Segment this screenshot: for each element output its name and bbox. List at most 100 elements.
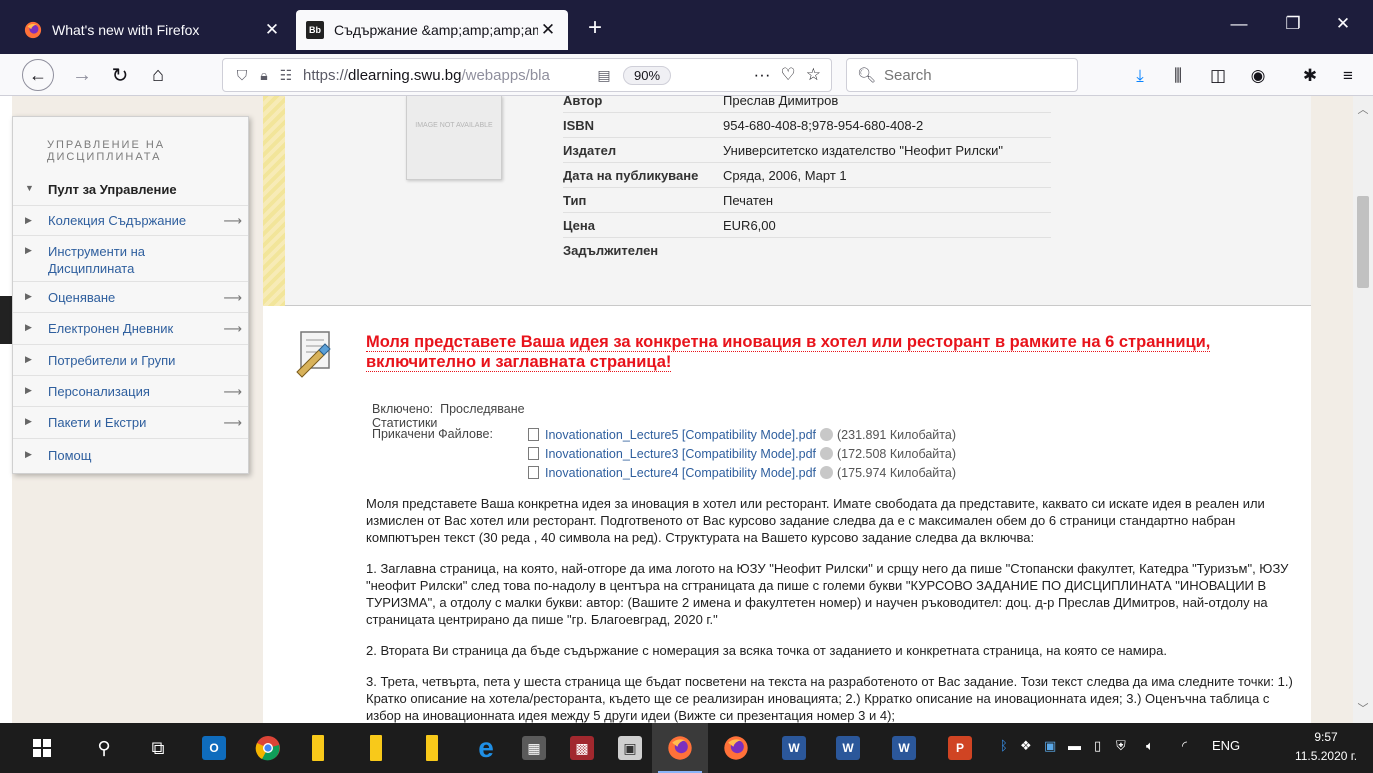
attached-file[interactable]: Inovationation_Lecture4 [Compatibility M… — [528, 463, 956, 482]
back-button[interactable]: ← — [22, 59, 54, 91]
file-menu-icon[interactable] — [820, 447, 833, 460]
sidebar-item-evaluation[interactable]: ▶ Оценяване ⟶ — [13, 281, 248, 312]
windows-taskbar: ⚲ ⧉ O e ▦ ▩ ▣ W W W P ᛒ ❖ ▣ ▬ ▯ ⛨ 🔈︎ ◜ E… — [0, 723, 1373, 773]
file-menu-icon[interactable] — [820, 466, 833, 479]
reload-button[interactable]: ↻ — [104, 59, 136, 91]
meta-row-author: Автор Преслав Димитров — [563, 96, 1051, 113]
blackboard-icon: Bb — [306, 21, 324, 39]
arrow-right-icon: → — [72, 63, 92, 86]
word-icon[interactable]: W — [766, 723, 822, 773]
scroll-up-icon[interactable]: ︿ — [1353, 101, 1373, 119]
downloads-icon[interactable]: ⤓ — [1126, 64, 1154, 88]
search-input[interactable] — [884, 66, 1065, 84]
assignment-title[interactable]: Моля представете Ваша идея за конкретна … — [366, 332, 1286, 372]
tab-whats-new[interactable]: What's new with Firefox ✕ — [14, 10, 292, 50]
extensions-icon[interactable]: ✱ — [1296, 64, 1324, 88]
triangle-right-icon: ▶ — [25, 215, 32, 225]
folder-icon[interactable] — [404, 723, 460, 773]
page-actions-icon[interactable]: ··· — [754, 65, 771, 85]
sidebar-item-grade-center[interactable]: ▶ Електронен Дневник ⟶ — [13, 312, 248, 344]
meta-row-isbn: ISBN 954-680-408-8;978-954-680-408-2 — [563, 113, 1051, 138]
meta-row-published-date: Дата на публикуване Сряда, 2006, Март 1 — [563, 163, 1051, 188]
bookmark-star-icon[interactable]: ☆ — [806, 65, 821, 85]
sidebar-toggle-icon[interactable]: ◫ — [1204, 64, 1232, 88]
clock-time: 9:57 — [1314, 730, 1338, 744]
attached-file[interactable]: Inovationation_Lecture3 [Compatibility M… — [528, 444, 956, 463]
page-edge-notch — [0, 296, 12, 344]
task-view-icon[interactable]: ⧉ — [130, 723, 186, 773]
pocket-icon[interactable]: ♡ — [781, 65, 796, 85]
search-bar[interactable]: 🔍︎ — [846, 58, 1078, 92]
search-taskbar-icon[interactable]: ⚲ — [76, 723, 132, 773]
firefox-taskbar-icon-active[interactable] — [652, 723, 708, 773]
minimize-button[interactable]: — — [1216, 14, 1262, 34]
tab-close-icon[interactable]: ✕ — [538, 20, 558, 40]
security-icon[interactable]: ⛨ — [1116, 738, 1126, 754]
file-menu-icon[interactable] — [820, 428, 833, 441]
battery-icon[interactable]: ▯ — [1094, 738, 1101, 754]
browser-tab-bar: What's new with Firefox ✕ Bb Съдържание … — [0, 0, 1373, 54]
powerpoint-icon[interactable]: P — [932, 723, 988, 773]
attached-file[interactable]: Inovationation_Lecture5 [Compatibility M… — [528, 425, 956, 444]
new-tab-button[interactable]: + — [580, 14, 610, 42]
scroll-down-icon[interactable]: ﹀ — [1353, 700, 1373, 718]
home-button[interactable]: ⌂ — [142, 59, 174, 91]
permissions-icon[interactable]: ☷ — [275, 67, 297, 84]
tab-content[interactable]: Bb Съдържание &amp;amp;amp;amp; ✕ — [296, 10, 568, 50]
description-paragraph: 1. Заглавна страница, на която, най-отго… — [366, 561, 1289, 627]
assignment-details: Включено: Проследяване Статистики Прикач… — [372, 402, 956, 482]
system-clock[interactable]: 9:57 11.5.2020 г. — [1288, 728, 1364, 766]
firefox-icon — [724, 736, 748, 760]
zoom-level-button[interactable]: 90% — [623, 65, 672, 85]
remote-desktop-icon[interactable]: ▣ — [602, 723, 658, 773]
hardware-icon[interactable]: ▬ — [1068, 738, 1081, 753]
sidebar-section-control-panel[interactable]: ▼ Пулт за Управление — [13, 175, 248, 205]
restore-button[interactable]: ❐ — [1270, 14, 1316, 34]
attached-files-label: Прикачени Файлове: — [372, 427, 493, 441]
sidebar-item-content-collection[interactable]: ▶ Колекция Съдържание ⟶ — [13, 205, 248, 235]
reader-view-icon[interactable]: ▤ — [593, 67, 615, 84]
word-icon[interactable]: W — [876, 723, 932, 773]
start-button[interactable] — [14, 723, 70, 773]
sidebar-item-customization[interactable]: ▶ Персонализация ⟶ — [13, 375, 248, 406]
word-icon[interactable]: W — [820, 723, 876, 773]
chrome-icon[interactable] — [240, 723, 296, 773]
document-icon — [528, 447, 539, 460]
assignment-description: Моля представете Ваша конкретна идея за … — [366, 495, 1306, 723]
book-metadata-table: Автор Преслав Димитров ISBN 954-680-408-8;… — [563, 96, 1051, 263]
tray-app-icon[interactable]: ▣ — [1044, 738, 1056, 754]
triangle-down-icon: ▼ — [25, 183, 34, 193]
sidebar-item-users-groups[interactable]: ▶ Потребители и Групи — [13, 344, 248, 375]
library-icon[interactable]: ⫼ — [1164, 64, 1192, 88]
firefox-icon — [24, 21, 42, 39]
folder-icon[interactable] — [290, 723, 346, 773]
sidebar-item-packages[interactable]: ▶ Пакети и Екстри ⟶ — [13, 406, 248, 438]
bluetooth-icon[interactable]: ᛒ — [1000, 738, 1008, 753]
scroll-thumb[interactable] — [1357, 196, 1369, 288]
meta-row-publisher: Издател Университетско издателство "Неофи… — [563, 138, 1051, 163]
firefox-taskbar-icon[interactable] — [708, 723, 764, 773]
content-area: IMAGE NOT AVAILABLE Автор Преслав Димитро… — [263, 96, 1311, 723]
forward-button[interactable]: → — [66, 59, 98, 91]
sidebar-item-help[interactable]: ▶ Помощ — [13, 438, 248, 472]
triangle-right-icon: ▶ — [25, 291, 32, 301]
outlook-icon[interactable]: O — [186, 723, 242, 773]
course-management-panel: УПРАВЛЕНИЕ НА ДИСЦИПЛИНАТА ▼ Пулт за Упр… — [12, 116, 249, 474]
network-icon[interactable]: ◜ — [1182, 738, 1187, 754]
folder-icon[interactable] — [348, 723, 404, 773]
sidebar-item-course-tools[interactable]: ▶ Инструменти на Дисциплината — [13, 235, 248, 281]
language-indicator[interactable]: ENG — [1212, 738, 1240, 753]
url-text[interactable]: https://dlearning.swu.bg/webapps/bla — [303, 67, 593, 84]
menu-icon[interactable]: ≡ — [1334, 64, 1362, 88]
account-icon[interactable]: ◉ — [1244, 64, 1272, 88]
description-paragraph: 2. Втората Ви страница да бъде съдържани… — [366, 643, 1168, 658]
meta-row-required: Задължителен — [563, 243, 659, 258]
close-window-button[interactable]: ✕ — [1320, 14, 1366, 34]
shield-icon[interactable]: ⛉ — [231, 67, 253, 84]
tab-close-icon[interactable]: ✕ — [262, 20, 282, 40]
url-bar[interactable]: ⛉ 🔒︎ ☷ https://dlearning.swu.bg/webapps/… — [222, 58, 832, 92]
lock-icon[interactable]: 🔒︎ — [253, 67, 275, 84]
volume-icon[interactable]: 🔈︎ — [1146, 738, 1154, 754]
dropbox-icon[interactable]: ❖ — [1020, 738, 1032, 754]
vertical-scrollbar[interactable]: ︿ ﹀ — [1353, 96, 1373, 723]
